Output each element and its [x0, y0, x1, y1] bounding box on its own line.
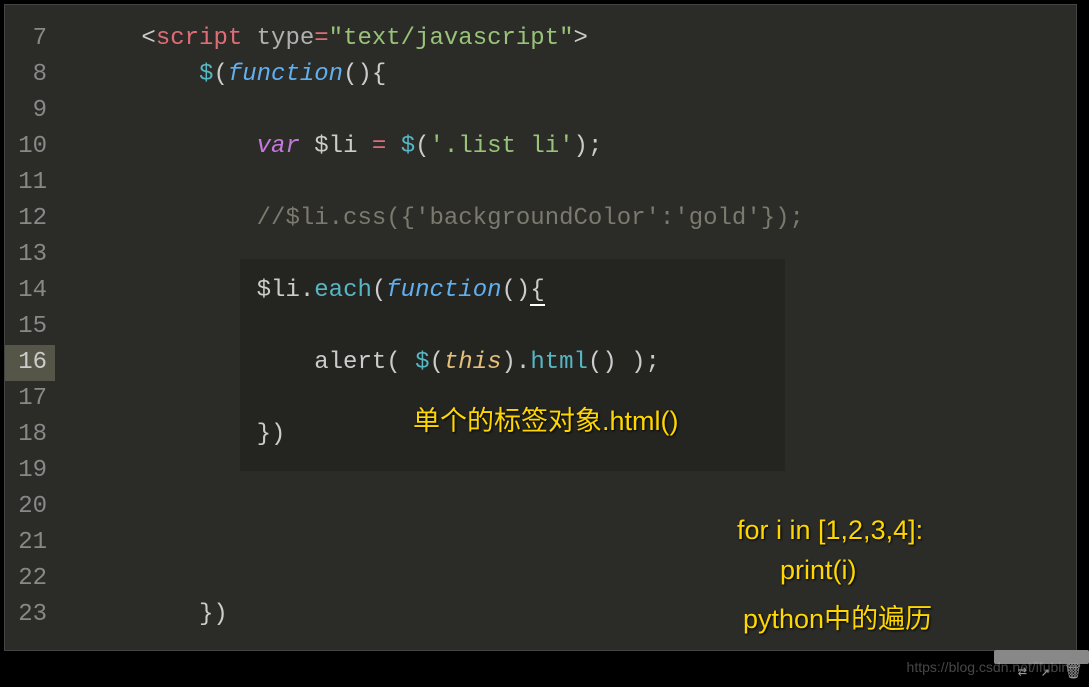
- line-number: 22: [5, 561, 55, 597]
- code-line[interactable]: $(function(){: [55, 57, 1076, 93]
- line-number: 8: [5, 57, 55, 93]
- annotation-python-for: for i in [1,2,3,4]:: [737, 515, 923, 546]
- code-line[interactable]: [55, 453, 1076, 489]
- code-line[interactable]: var $li = $('.list li');: [55, 129, 1076, 165]
- line-number: 15: [5, 309, 55, 345]
- line-number: 18: [5, 417, 55, 453]
- code-line[interactable]: [55, 309, 1076, 345]
- code-line[interactable]: [55, 165, 1076, 201]
- code-line[interactable]: $li.each(function(){: [55, 273, 1076, 309]
- share-icon[interactable]: ↗: [1041, 662, 1050, 681]
- line-number: 9: [5, 93, 55, 129]
- line-number: 13: [5, 237, 55, 273]
- line-number: 14: [5, 273, 55, 309]
- line-number-gutter: 7 8 9 10 11 12 13 14 15 16 17 18 19 20 2…: [5, 5, 55, 650]
- line-number: 11: [5, 165, 55, 201]
- code-line[interactable]: [55, 93, 1076, 129]
- code-editor[interactable]: 7 8 9 10 11 12 13 14 15 16 17 18 19 20 2…: [4, 4, 1077, 651]
- code-content-area[interactable]: <script type="text/javascript"> $(functi…: [55, 5, 1076, 650]
- line-number: 21: [5, 525, 55, 561]
- bottom-toolbar: ⇄ ↗ 🗑: [1018, 662, 1083, 681]
- line-number: 17: [5, 381, 55, 417]
- annotation-html-note: 单个的标签对象.html(): [413, 399, 679, 438]
- line-number: 10: [5, 129, 55, 165]
- shuffle-icon[interactable]: ⇄: [1018, 662, 1027, 681]
- code-line[interactable]: <script type="text/javascript">: [55, 21, 1076, 57]
- line-number: 12: [5, 201, 55, 237]
- delete-icon[interactable]: 🗑: [1064, 662, 1083, 681]
- line-number: 23: [5, 597, 55, 633]
- line-number: 7: [5, 21, 55, 57]
- annotation-python-print: print(i): [780, 555, 857, 586]
- line-number: 20: [5, 489, 55, 525]
- line-number: 19: [5, 453, 55, 489]
- code-line[interactable]: alert( $(this).html() );: [55, 345, 1076, 381]
- code-line[interactable]: //$li.css({'backgroundColor':'gold'});: [55, 201, 1076, 237]
- annotation-python-title: python中的遍历: [743, 597, 932, 636]
- line-number-current: 16: [5, 345, 55, 381]
- code-line[interactable]: [55, 237, 1076, 273]
- code-line[interactable]: [55, 561, 1076, 597]
